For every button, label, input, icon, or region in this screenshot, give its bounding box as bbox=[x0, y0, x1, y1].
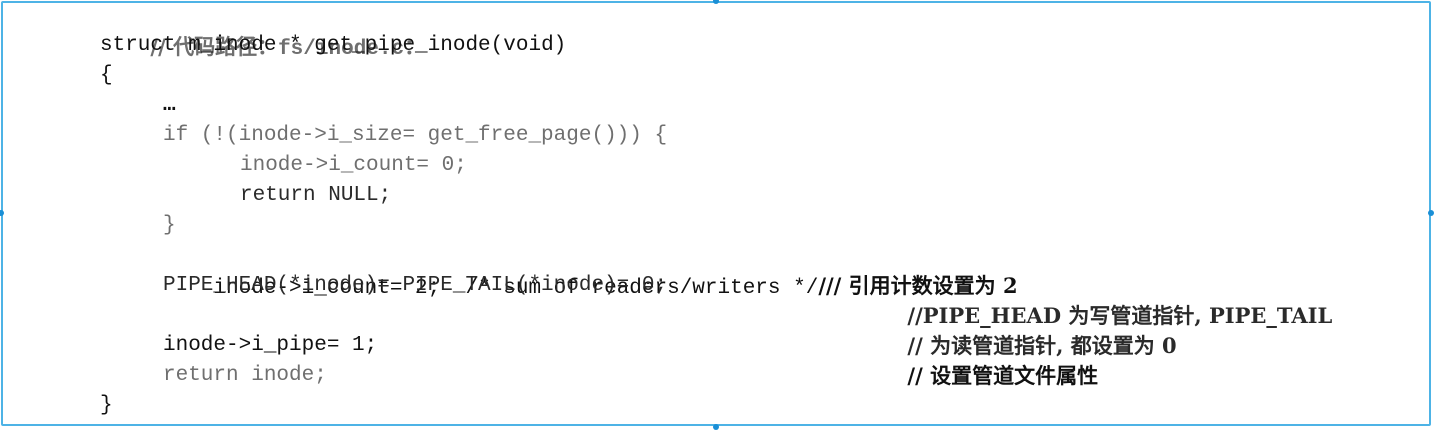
ellipsis: … bbox=[163, 94, 176, 117]
inner-close-brace: } bbox=[163, 214, 176, 237]
return-inode-statement: return inode; bbox=[163, 364, 327, 387]
i-pipe-comment-text: // 设置管道文件属性 bbox=[907, 363, 1099, 388]
close-brace: } bbox=[100, 394, 113, 417]
count-zero-statement: inode->i_count= 0; bbox=[240, 154, 467, 177]
pipe-head-statement: PIPE_HEAD(*inode)= PIPE_TAIL(*inode)= 0; bbox=[163, 274, 668, 297]
function-signature: struct m_inode * get_pipe_inode(void) bbox=[100, 34, 567, 57]
code-block: // 代码路径：fs/inode.c： struct m_inode * get… bbox=[0, 0, 1434, 429]
return-null-statement: return NULL; bbox=[240, 184, 392, 207]
i-pipe-statement: inode->i_pipe= 1; bbox=[163, 334, 378, 357]
i-pipe-comment: // 设置管道文件属性 bbox=[857, 331, 1098, 424]
if-statement: if (!(inode->i_size= get_free_page())) { bbox=[163, 124, 668, 147]
open-brace: { bbox=[100, 64, 113, 87]
